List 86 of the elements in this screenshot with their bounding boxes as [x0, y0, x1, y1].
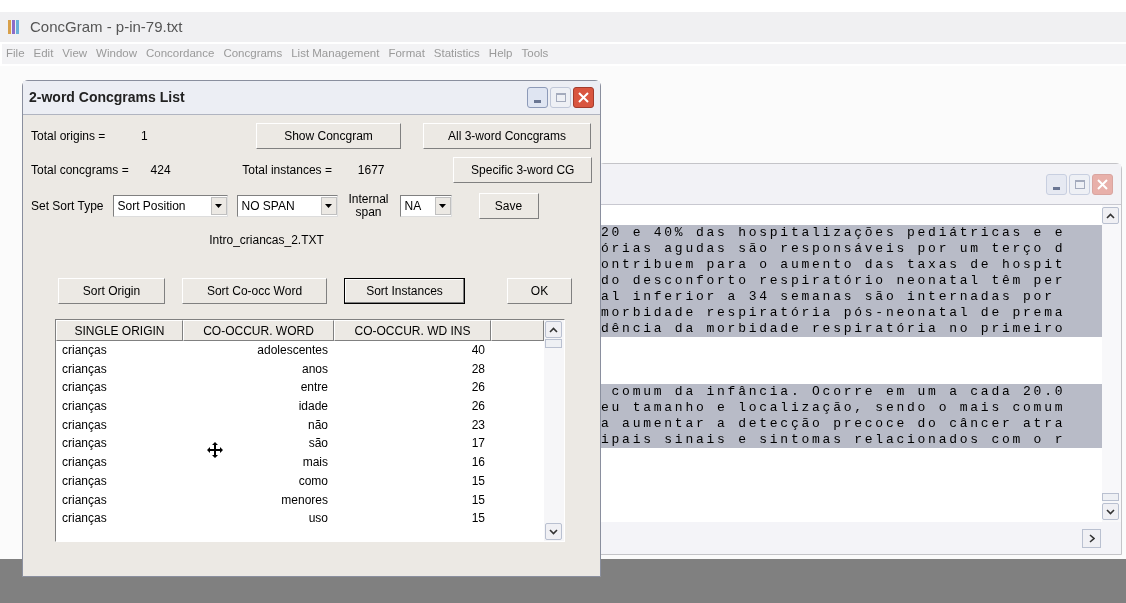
text-line: 20 e 40% das hospitalizações pediátricas e e [600, 225, 1067, 241]
table-cell-text: crianças [62, 510, 107, 528]
table-cell-text: 40 [471, 342, 485, 359]
table-cell-text: crianças [62, 472, 107, 490]
table-cell-text: 15 [471, 510, 485, 528]
chevron-icon [1106, 508, 1115, 515]
label: Set Sort Type [31, 198, 104, 215]
minimize-button[interactable] [1046, 173, 1067, 195]
chevron-icon [1106, 212, 1115, 219]
table-cell-text: como [298, 472, 328, 490]
scroll-up-button[interactable] [1102, 207, 1119, 224]
scrollbar-thumb[interactable] [1102, 493, 1119, 501]
label: Total instances = [242, 162, 333, 179]
button[interactable]: Sort Instances [344, 278, 465, 304]
table-cell-text: crianças [62, 454, 107, 472]
scroll-down-button[interactable] [545, 523, 562, 540]
chevron-icon [549, 528, 558, 535]
table-cell-text: não [307, 416, 328, 434]
table-cell-text: 23 [471, 416, 485, 434]
text-line: morbidade respiratória pós-neonatal de prema [600, 305, 1067, 321]
file-name: Intro_criancas_2.TXT [209, 232, 324, 249]
window-title: ConcGram - p-in-79.txt [30, 16, 183, 37]
table-cell-text: crianças [62, 342, 107, 359]
button[interactable]: All 3-word Concgrams [423, 123, 591, 149]
text-line: dência da morbidade respiratória no primeiro [600, 321, 1067, 337]
label: Internal span [347, 193, 390, 219]
table-cell-text: 26 [471, 398, 485, 416]
value: 424 [150, 162, 172, 179]
column-header[interactable]: CO-OCCUR. WORD [183, 320, 334, 341]
sort-type-dropdown[interactable]: Sort Position [112, 195, 228, 217]
text-line: ipais sinais e sintomas relacionados com o r [600, 432, 1067, 448]
app-icon [8, 19, 22, 35]
table-cell-text: 15 [471, 491, 485, 509]
column-header[interactable]: SINGLE ORIGIN [56, 320, 183, 341]
table-cell-text: crianças [62, 398, 107, 416]
chevron-icon [549, 326, 558, 333]
button[interactable]: Show Concgram [256, 123, 401, 149]
internal-span-dropdown[interactable]: NA [399, 195, 452, 217]
scroll-up-button[interactable] [545, 321, 562, 338]
maximize-button[interactable] [1069, 173, 1090, 195]
scroll-right-button[interactable] [1082, 528, 1101, 548]
span-dropdown[interactable]: NO SPAN [236, 195, 338, 217]
table-cell-text: crianças [62, 491, 107, 509]
table-cell-text: crianças [62, 360, 107, 378]
table-cell-text: anos [301, 360, 328, 378]
column-header[interactable]: CO-OCCUR. WD INS [334, 320, 491, 341]
table-cell-text: 26 [471, 379, 485, 397]
table-cell-text: crianças [62, 379, 107, 397]
text-line: al inferior a 34 semanas são internadas por [600, 289, 1056, 305]
table-cell-text: crianças [62, 416, 107, 434]
table-cell-text: menores [281, 491, 328, 509]
label: Total origins = [31, 128, 107, 145]
button[interactable]: Save [478, 193, 539, 219]
button[interactable]: Specific 3-word CG [453, 157, 592, 183]
minimize-button[interactable] [527, 87, 548, 108]
label: Total concgrams = [31, 162, 130, 179]
table-cell-text: idade [298, 398, 328, 416]
text-line: comum da infância. Ocorre em um a cada 20.0 [610, 384, 1067, 400]
button[interactable]: Sort Origin [58, 278, 165, 304]
value: 1677 [357, 162, 386, 179]
close-icon [1097, 178, 1108, 190]
table-cell-text: 28 [471, 360, 485, 378]
text-line: a aumentar a detecção precoce do câncer atra [600, 416, 1067, 432]
button[interactable]: OK [507, 278, 572, 304]
button[interactable]: Sort Co-occ Word [182, 278, 327, 304]
text-line: do desconforto respiratório neonatal têm per [600, 273, 1067, 289]
text-line: eu tamanho e localização, sendo o mais comum [600, 400, 1067, 416]
text-line: ontribuem para o aumento das taxas de hospit [600, 257, 1067, 273]
table-cell-text: uso [308, 510, 328, 528]
table-cell-text: 17 [471, 435, 485, 453]
dialog-title: 2-word Concgrams List [29, 88, 185, 107]
table-cell-text: adolescentes [257, 342, 328, 359]
table-cell-text: 15 [471, 472, 485, 490]
text-line: órias agudas são responsáveis por um terço d [600, 241, 1067, 257]
table-cell-text: são [308, 435, 328, 453]
table-cell-text: 16 [471, 454, 485, 472]
move-cursor-icon [206, 441, 224, 459]
scrollbar-thumb[interactable] [545, 339, 562, 348]
close-button[interactable] [573, 87, 594, 108]
table-cell-text: mais [302, 454, 328, 472]
scroll-down-button[interactable] [1102, 503, 1119, 520]
table-cell-text: crianças [62, 435, 107, 453]
chevron-icon [1088, 533, 1095, 543]
close-icon [578, 92, 589, 103]
value: 1 [141, 128, 149, 145]
table-cell-text: entre [300, 379, 328, 397]
